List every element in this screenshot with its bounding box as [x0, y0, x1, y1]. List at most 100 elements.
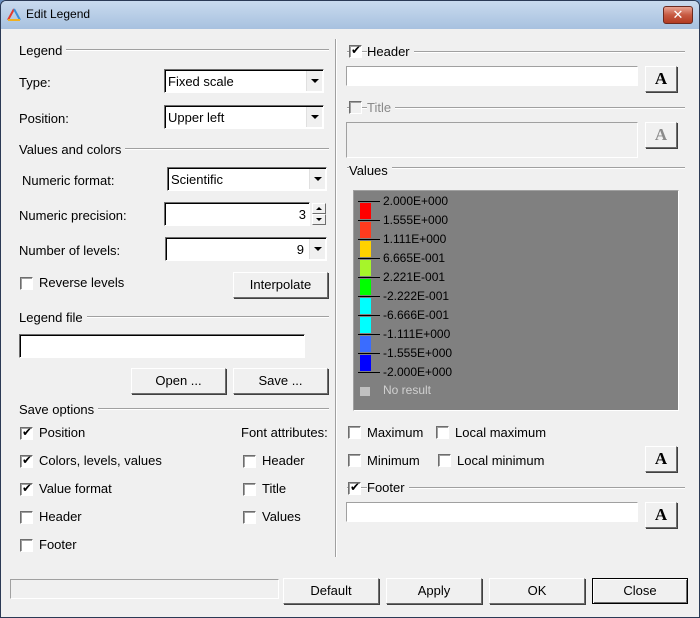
legend-color-swatch[interactable] [360, 241, 371, 257]
header-checkbox[interactable]: ✔ [349, 43, 362, 58]
legend-color-swatch[interactable] [360, 260, 371, 276]
save-option-checkbox[interactable] [20, 539, 33, 552]
footer-font-button[interactable]: A [645, 502, 677, 528]
legend-file-input[interactable] [19, 334, 305, 358]
local-minimum-label: Local minimum [457, 453, 545, 468]
position-label: Position: [19, 111, 69, 126]
footer-input[interactable] [346, 502, 638, 522]
legend-color-swatch[interactable] [360, 203, 371, 219]
checkmark-icon: ✔ [350, 480, 361, 494]
number-of-levels-dropdown[interactable]: 9 [165, 237, 327, 261]
legend-preview-panel[interactable]: 2.000E+000 1.555E+000 1.111E+000 6.665E-001… [353, 190, 679, 411]
maximum-label: Maximum [367, 425, 424, 440]
legend-level-tick [358, 353, 380, 354]
save-file-button[interactable]: Save ... [233, 368, 328, 394]
legend-level-tick [358, 201, 380, 202]
legend-level-tick [358, 220, 380, 221]
font-attribute-label: Header [262, 453, 305, 468]
reverse-levels-checkbox[interactable] [20, 277, 33, 290]
legend-color-swatch[interactable] [360, 355, 371, 371]
save-option-label: Colors, levels, values [39, 453, 162, 468]
save-option-label: Value format [39, 481, 112, 496]
maximum-checkbox[interactable] [348, 426, 361, 439]
chevron-down-icon[interactable] [306, 71, 322, 91]
close-button[interactable]: Close [592, 578, 688, 604]
no-result-swatch [360, 387, 370, 396]
interpolate-button[interactable]: Interpolate [233, 272, 328, 298]
font-attribute-checkbox[interactable] [243, 455, 256, 468]
number-of-levels-value: 9 [296, 242, 304, 257]
legend-level-value: 2.221E-001 [383, 270, 446, 284]
legend-level-tick [358, 258, 380, 259]
legend-file-group-label: Legend file [19, 310, 87, 325]
open-file-button[interactable]: Open ... [131, 368, 226, 394]
legend-level-value: 1.555E+000 [383, 213, 449, 227]
save-option-checkbox[interactable]: ✔ [20, 481, 33, 496]
title-bar[interactable]: Edit Legend ✕ [1, 1, 699, 29]
checkmark-icon: ✔ [22, 425, 33, 439]
default-button[interactable]: Default [283, 578, 379, 604]
font-attribute-checkbox[interactable] [243, 511, 256, 524]
font-attribute-checkbox[interactable] [243, 483, 256, 496]
legend-color-swatch[interactable] [360, 317, 371, 333]
spin-up-icon[interactable] [312, 203, 326, 214]
close-window-button[interactable]: ✕ [663, 6, 693, 24]
values-group-line [347, 167, 685, 169]
values-font-button[interactable]: A [645, 446, 677, 472]
reverse-levels-label: Reverse levels [39, 275, 125, 290]
legend-color-swatch[interactable] [360, 336, 371, 352]
footer-checkbox[interactable]: ✔ [348, 480, 361, 495]
checkmark-icon: ✔ [22, 481, 33, 495]
spin-down-icon[interactable] [312, 214, 326, 225]
title-font-button[interactable]: A [645, 122, 677, 148]
chevron-down-icon[interactable] [306, 107, 322, 127]
legend-level-tick [358, 372, 380, 373]
save-option-checkbox[interactable]: ✔ [20, 453, 33, 468]
legend-color-swatch[interactable] [360, 279, 371, 295]
legend-level-value: -1.111E+000 [383, 327, 451, 341]
numeric-precision-input[interactable]: 3 [164, 202, 310, 226]
legend-level-tick [358, 334, 380, 335]
save-option-checkbox[interactable] [20, 511, 33, 524]
font-attribute-label: Values [262, 509, 301, 524]
local-minimum-checkbox[interactable] [438, 454, 451, 467]
save-option-label: Header [39, 509, 82, 524]
font-icon: A [654, 69, 668, 88]
legend-group-label: Legend [19, 43, 67, 58]
chevron-down-icon[interactable] [309, 239, 325, 259]
font-icon: A [654, 125, 668, 144]
numeric-precision-spinner[interactable] [312, 203, 326, 225]
local-maximum-checkbox[interactable] [436, 426, 449, 439]
checkmark-icon: ✔ [351, 43, 362, 57]
type-value: Fixed scale [168, 74, 234, 89]
legend-level-value: -2.000E+000 [383, 365, 453, 379]
position-dropdown[interactable]: Upper left [164, 105, 324, 129]
local-maximum-label: Local maximum [455, 425, 547, 440]
legend-level-value: -1.555E+000 [383, 346, 453, 360]
header-input[interactable] [346, 66, 638, 86]
header-font-button[interactable]: A [645, 66, 677, 92]
save-option-checkbox[interactable]: ✔ [20, 425, 33, 440]
no-result-label: No result [383, 383, 432, 397]
window-title: Edit Legend [26, 7, 91, 21]
number-of-levels-label: Number of levels: [19, 243, 121, 258]
font-attribute-label: Title [262, 481, 287, 496]
chevron-down-icon[interactable] [309, 169, 325, 189]
save-option-label: Footer [39, 537, 77, 552]
type-label: Type: [19, 75, 51, 90]
edit-legend-dialog: Edit Legend ✕ Legend Type: Fixed scale P… [0, 0, 700, 618]
minimum-checkbox[interactable] [348, 454, 361, 467]
numeric-format-dropdown[interactable]: Scientific [167, 167, 327, 191]
title-input[interactable] [346, 122, 638, 158]
type-dropdown[interactable]: Fixed scale [164, 69, 324, 93]
legend-level-tick [358, 296, 380, 297]
save-option-label: Position [39, 425, 86, 440]
ok-button[interactable]: OK [489, 578, 585, 604]
title-label: Title [367, 100, 396, 115]
apply-button[interactable]: Apply [386, 578, 482, 604]
column-divider [335, 39, 337, 557]
values-group-label: Values [349, 163, 392, 178]
legend-color-swatch[interactable] [360, 298, 371, 314]
legend-color-swatch[interactable] [360, 222, 371, 238]
title-checkbox[interactable] [349, 101, 362, 114]
